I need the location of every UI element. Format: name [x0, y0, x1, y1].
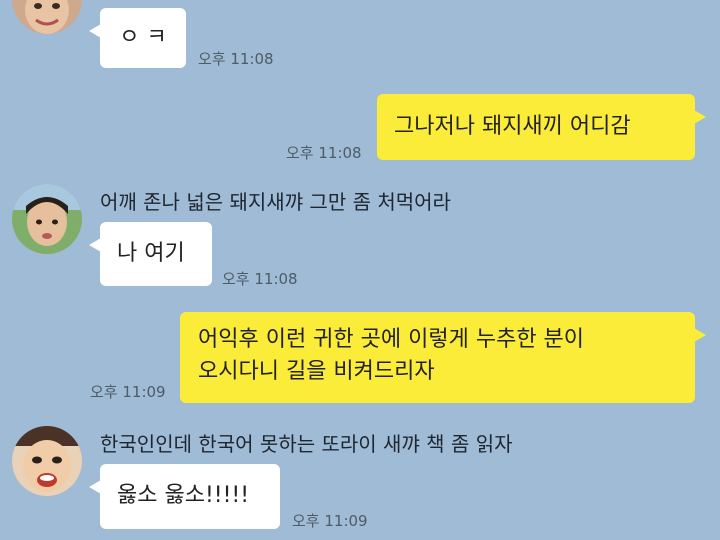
message-bubble[interactable]: 나 여기	[89, 222, 212, 286]
message-text: ㅇ ㅋ	[119, 25, 167, 50]
avatar[interactable]	[12, 184, 82, 254]
avatar[interactable]	[12, 426, 82, 496]
message-text: 그나저나 돼지새끼 어디감	[394, 114, 631, 139]
message-timestamp: 오후 11:09	[292, 512, 368, 530]
sender-name: 어깨 존나 넓은 돼지새꺄 그만 좀 처먹어라	[100, 190, 451, 214]
sender-name: 한국인인데 한국어 못하는 또라이 새꺄 책 좀 읽자	[100, 432, 513, 456]
message-timestamp: 오후 11:08	[222, 270, 298, 288]
message-timestamp: 오후 11:09	[90, 383, 166, 401]
avatar[interactable]	[12, 0, 82, 34]
message-text: 옳소 옳소!!!!!	[117, 483, 250, 508]
message-bubble[interactable]: 어익후 이런 귀한 곳에 이렇게 누추한 분이 오시다니 길을 비켜드리자	[180, 312, 706, 403]
message-text: 나 여기	[117, 241, 185, 266]
message-text-line: 오시다니 길을 비켜드리자	[198, 359, 435, 384]
avatar-photo-icon	[12, 426, 82, 496]
message-text-line: 어익후 이런 귀한 곳에 이렇게 누추한 분이	[198, 327, 585, 352]
message-bubble[interactable]: ㅇ ㅋ	[89, 8, 186, 68]
message-bubble[interactable]: 그나저나 돼지새끼 어디감	[377, 94, 706, 160]
message-bubble[interactable]: 옳소 옳소!!!!!	[89, 464, 280, 529]
message-timestamp: 오후 11:08	[198, 50, 274, 68]
avatar-photo-icon	[12, 0, 82, 34]
message-timestamp: 오후 11:08	[286, 144, 362, 162]
avatar-photo-icon	[12, 184, 82, 254]
